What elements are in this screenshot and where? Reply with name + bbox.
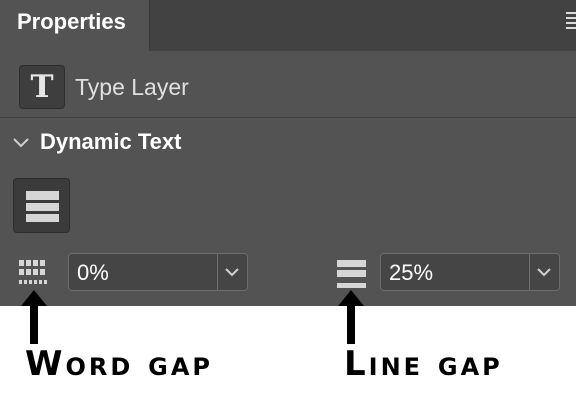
word-gap-value[interactable]: 0% [77, 260, 109, 286]
text-frame-button[interactable] [13, 178, 70, 233]
line-gap-caption: Line gap [344, 344, 503, 384]
panel-tab-bar: Properties [0, 0, 576, 51]
type-layer-icon: T [19, 65, 65, 109]
word-gap-dropdown[interactable]: 0% [68, 253, 248, 291]
panel-menu-icon[interactable] [566, 12, 576, 34]
chevron-down-icon[interactable] [11, 133, 31, 153]
chevron-down-icon[interactable] [223, 263, 241, 281]
line-gap-value[interactable]: 25% [389, 260, 433, 286]
line-gap-dropdown[interactable]: 25% [380, 253, 560, 291]
arrow-up-icon [338, 290, 364, 344]
word-gap-icon [19, 260, 47, 284]
section-title-dynamic-text[interactable]: Dynamic Text [40, 129, 181, 155]
word-gap-caption: Word gap [25, 344, 214, 384]
chevron-down-icon[interactable] [535, 263, 553, 281]
line-gap-icon [337, 260, 366, 288]
tab-properties[interactable]: Properties [0, 0, 150, 51]
arrow-up-icon [21, 290, 47, 344]
layer-type-label: Type Layer [75, 74, 189, 100]
properties-panel: Properties T Type Layer Dynamic Text 0% [0, 0, 576, 306]
